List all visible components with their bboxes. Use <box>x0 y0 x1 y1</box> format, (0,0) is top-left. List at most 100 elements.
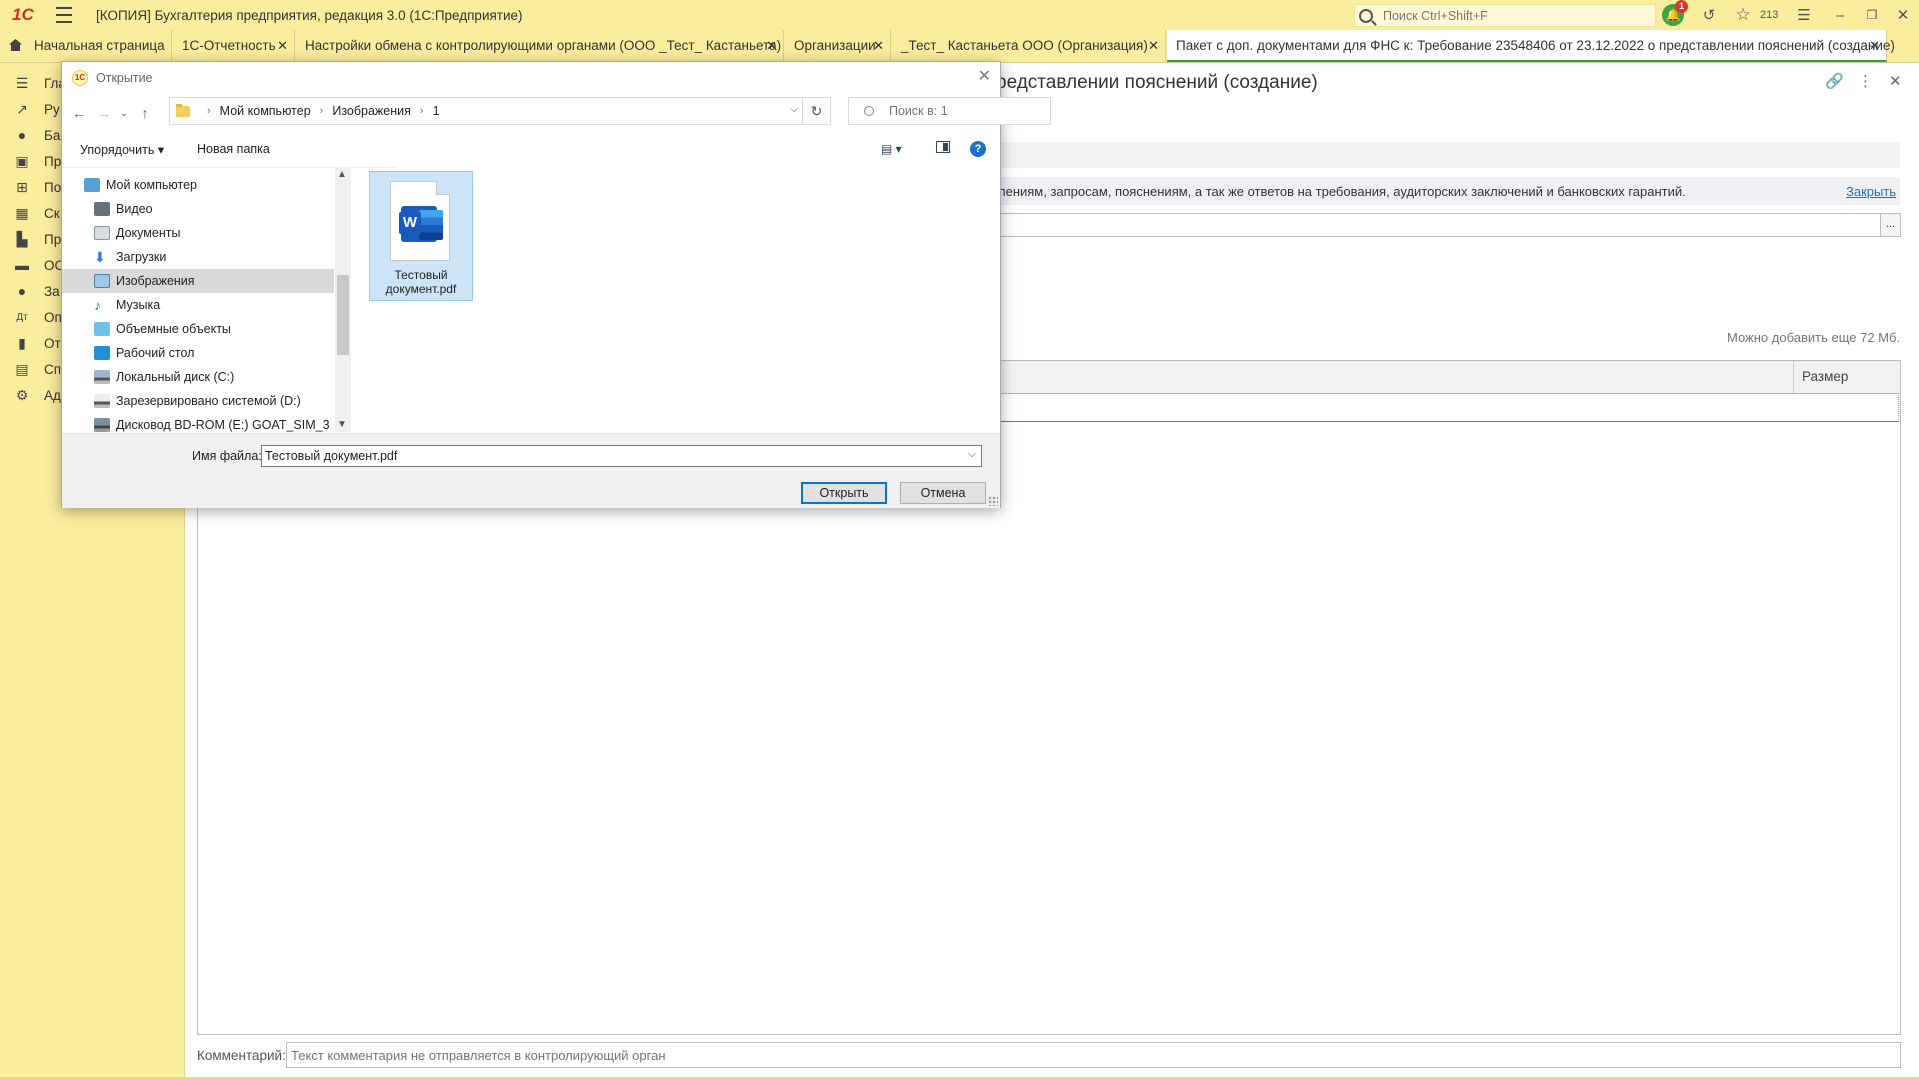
chevron-down-icon[interactable]: ⌵ <box>790 104 798 115</box>
tree-item-documents[interactable]: Документы <box>62 221 334 245</box>
documents-icon <box>94 226 110 240</box>
up-arrow-icon[interactable]: ↑ <box>136 102 154 124</box>
close-info-link[interactable]: Закрыть <box>1846 184 1896 199</box>
dialog-close-icon[interactable]: ✕ <box>978 66 991 86</box>
breadcrumb-folder[interactable]: 1 <box>433 104 440 118</box>
scroll-thumb[interactable] <box>337 275 349 355</box>
minimize-icon[interactable]: – <box>1832 5 1848 25</box>
sidebar-item-production[interactable]: ▙ Пр <box>14 229 62 249</box>
column-size[interactable]: Размер <box>1793 361 1901 393</box>
back-arrow-icon[interactable]: ← <box>70 102 88 124</box>
downloads-icon: ⬇ <box>94 249 106 265</box>
tab-close-icon[interactable]: ✕ <box>1869 30 1880 62</box>
sidebar-item-fixed-assets[interactable]: ▬ ОС <box>14 255 64 275</box>
filename-input[interactable] <box>261 445 982 467</box>
tree-item-drive-c[interactable]: Локальный диск (C:) <box>62 365 334 389</box>
file-item[interactable]: W Тестовый документ.pdf <box>369 171 473 301</box>
recipient-field[interactable] <box>998 213 1881 237</box>
tree-item-desktop[interactable]: Рабочий стол <box>62 341 334 365</box>
tree-item-3d-objects[interactable]: Объемные объекты <box>62 317 334 341</box>
cancel-button[interactable]: Отмена <box>900 482 986 504</box>
resize-grip-icon[interactable] <box>988 496 998 506</box>
computer-icon <box>84 178 100 192</box>
comment-input[interactable] <box>286 1042 1901 1068</box>
form-title: редставлении пояснений (создание) <box>996 72 1318 93</box>
tree-item-music[interactable]: ♪ Музыка <box>62 293 334 317</box>
preview-pane-icon[interactable] <box>936 141 950 153</box>
main-menu-icon[interactable] <box>56 7 72 23</box>
tab-close-icon[interactable]: ✕ <box>1148 30 1159 62</box>
tab-organization-card[interactable]: _Тест_ Кастаньета ООО (Организация) ✕ <box>892 30 1166 62</box>
sidebar-item-main[interactable]: ☰ Гла <box>14 73 66 93</box>
word-document-icon: W <box>390 181 450 261</box>
tree-item-drive-d[interactable]: Зарезервировано системой (D:) <box>62 389 334 413</box>
history-icon[interactable]: ↺ <box>1699 5 1719 25</box>
notifications-badge: 1 <box>1675 0 1688 13</box>
remaining-size-text: Можно добавить еще 72 Мб. <box>1727 330 1901 345</box>
sidebar-item-manager[interactable]: ↗ Ру <box>14 99 60 119</box>
tab-close-icon[interactable]: ✕ <box>873 30 884 62</box>
sidebar-item-bank[interactable]: ● Ба <box>14 125 61 145</box>
table-row[interactable] <box>998 393 1899 422</box>
new-folder-button[interactable]: Новая папка <box>197 142 270 156</box>
close-icon[interactable]: ✕ <box>1895 5 1911 25</box>
person-icon: ● <box>17 283 27 299</box>
tab-home[interactable]: Начальная страница <box>0 30 172 62</box>
tree-item-video[interactable]: Видео <box>62 197 334 221</box>
1c-logo[interactable]: 1С <box>12 5 46 25</box>
organize-button[interactable]: Упорядочить ▾ <box>80 142 164 157</box>
desktop-icon <box>94 346 110 360</box>
chevron-down-icon[interactable]: ⌵ <box>968 449 976 460</box>
breadcrumb-pictures[interactable]: Изображения <box>332 104 411 118</box>
sidebar-item-operations[interactable]: Дт Оп <box>14 307 62 327</box>
menu-icon: ☰ <box>15 74 29 91</box>
history-count[interactable]: 213 <box>1760 5 1778 25</box>
select-button[interactable]: ... <box>1880 213 1901 237</box>
breadcrumb-computer[interactable]: Мой компьютер <box>220 104 311 118</box>
tab-close-icon[interactable]: ✕ <box>277 30 288 62</box>
optical-drive-icon <box>94 418 110 432</box>
gear-icon: ⚙ <box>15 386 29 403</box>
recent-locations-chevron-icon[interactable]: ⌄ <box>118 102 130 124</box>
link-icon[interactable]: 🔗 <box>1825 72 1844 90</box>
sidebar-item-reports[interactable]: ▮ От <box>14 333 61 353</box>
address-bar[interactable]: › Мой компьютер › Изображения › 1 ⌵ <box>169 97 803 125</box>
sidebar-item-purchases[interactable]: ⊞ По <box>14 177 61 197</box>
tab-fns-package[interactable]: Пакет с доп. документами для ФНС к: Треб… <box>1167 30 1895 62</box>
help-icon[interactable]: ? <box>970 141 986 157</box>
tree-item-my-computer[interactable]: Мой компьютер <box>62 173 334 197</box>
more-icon[interactable]: ⋮ <box>1858 72 1873 90</box>
tab-label: 1С-Отчетность <box>182 38 276 53</box>
global-search-input[interactable] <box>1381 7 1645 24</box>
folder-search-input[interactable] <box>848 97 1051 125</box>
form-close-icon[interactable]: ✕ <box>1889 72 1902 90</box>
tab-exchange-settings[interactable]: Настройки обмена с контролирующими орган… <box>296 30 784 62</box>
forward-arrow-icon[interactable]: → <box>95 102 113 124</box>
sidebar-item-warehouse[interactable]: ▦ Ск <box>14 203 59 223</box>
favorites-star-icon[interactable]: ☆ <box>1733 5 1753 25</box>
refresh-icon[interactable]: ↻ <box>803 97 831 125</box>
open-button[interactable]: Открыть <box>801 482 887 504</box>
truck-icon: ▬ <box>15 257 29 273</box>
sidebar-item-admin[interactable]: ⚙ Ад <box>14 385 61 405</box>
tab-1c-reporting[interactable]: 1С-Отчетность ✕ <box>173 30 295 62</box>
tree-item-pictures[interactable]: Изображения <box>62 269 334 293</box>
drive-icon <box>94 394 110 408</box>
sidebar-item-salary[interactable]: ● За <box>14 281 60 301</box>
scroll-down-icon[interactable]: ▼ <box>337 419 347 430</box>
global-search[interactable] <box>1354 4 1656 27</box>
functions-menu-icon[interactable]: ☰ <box>1796 5 1812 25</box>
folder-icon <box>176 103 190 117</box>
sidebar-item-catalogs[interactable]: ▤ Сп <box>14 359 61 379</box>
tab-close-icon[interactable]: ✕ <box>766 30 777 62</box>
restore-icon[interactable]: ❐ <box>1864 5 1880 25</box>
view-options-icon[interactable]: ▤ ▾ <box>881 142 902 156</box>
tab-organizations[interactable]: Организации ✕ <box>785 30 891 62</box>
sidebar-item-sales[interactable]: ▣ Пр <box>14 151 61 171</box>
tree-item-downloads[interactable]: ⬇ Загрузки <box>62 245 334 269</box>
scroll-up-icon[interactable]: ▲ <box>337 169 347 180</box>
tab-label: _Тест_ Кастаньета ООО (Организация) <box>901 38 1148 53</box>
tree-scrollbar[interactable]: ▲ ▼ <box>335 167 351 432</box>
video-icon <box>94 202 110 216</box>
trend-icon: ↗ <box>16 100 28 117</box>
